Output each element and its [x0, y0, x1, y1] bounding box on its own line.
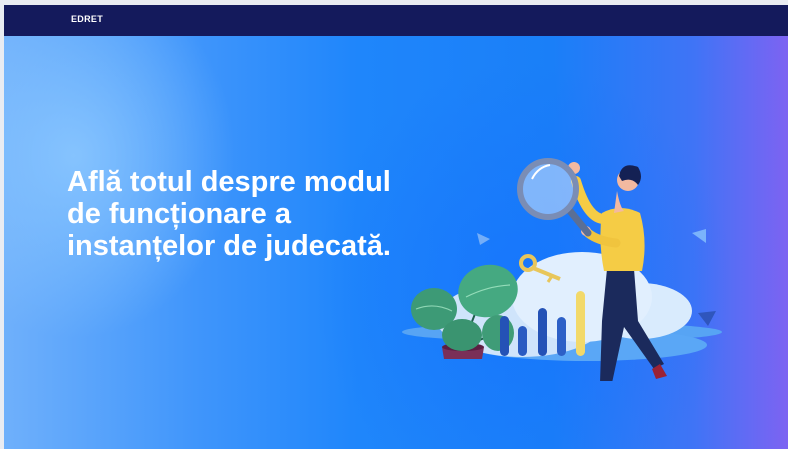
triangle-decoration-dark — [698, 311, 716, 326]
top-navbar: EDRET — [4, 5, 788, 36]
site-logo[interactable]: EDRET — [71, 14, 103, 24]
hero-headline: Află totul despre modul de funcționare a… — [67, 166, 391, 262]
triangle-decoration-left — [477, 233, 490, 245]
hero-section: Află totul despre modul de funcționare a… — [4, 36, 788, 449]
hero-illustration — [402, 158, 722, 381]
page-frame: EDRET Află totul despre modul de funcțio… — [4, 5, 788, 449]
triangle-decoration-right — [692, 229, 706, 243]
